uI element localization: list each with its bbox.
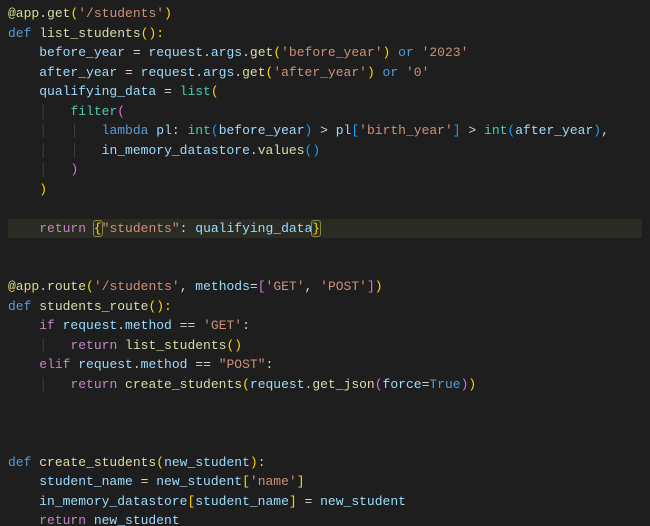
code-line: │ ) [8, 162, 78, 177]
code-line: after_year = request.args.get('after_yea… [8, 65, 429, 80]
code-line [8, 416, 16, 431]
code-line: if request.method == 'GET': [8, 318, 250, 333]
code-line: ) [8, 182, 47, 197]
code-line: return new_student [8, 513, 180, 526]
code-line-highlighted: return {"students": qualifying_data} [8, 219, 642, 239]
code-line: @app.route('/students', methods=['GET', … [8, 279, 383, 294]
code-line: elif request.method == "POST": [8, 357, 273, 372]
code-line: def create_students(new_student): [8, 455, 266, 470]
code-line: def students_route(): [8, 299, 172, 314]
code-line: student_name = new_student['name'] [8, 474, 305, 489]
code-line [8, 396, 16, 411]
code-line: in_memory_datastore[student_name] = new_… [8, 494, 406, 509]
code-line [8, 240, 16, 255]
code-line [8, 260, 16, 275]
code-line [8, 201, 16, 216]
code-line: before_year = request.args.get('before_y… [8, 45, 468, 60]
code-line: │ filter( [8, 104, 125, 119]
code-line: │ return list_students() [8, 338, 242, 353]
code-line [8, 435, 16, 450]
code-line: │ return create_students(request.get_jso… [8, 377, 476, 392]
code-line: @app.get('/students') [8, 6, 172, 21]
code-editor[interactable]: @app.get('/students') def list_students(… [0, 0, 650, 526]
code-line: │ │ in_memory_datastore.values() [8, 143, 320, 158]
code-line: qualifying_data = list( [8, 84, 219, 99]
code-line: │ │ lambda pl: int(before_year) > pl['bi… [8, 123, 609, 138]
code-line: def list_students(): [8, 26, 164, 41]
